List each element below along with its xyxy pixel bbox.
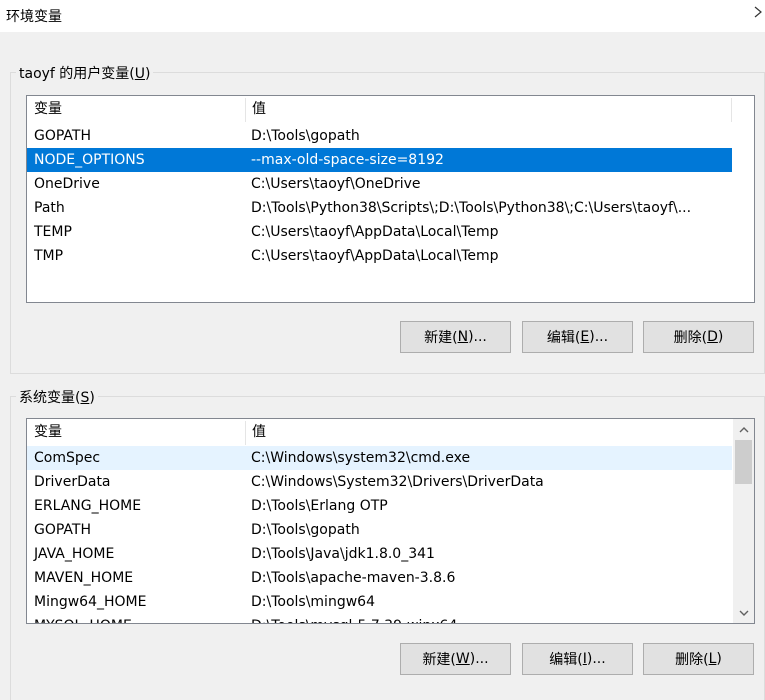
table-row[interactable]: GOPATH D:\Tools\gopath [27, 124, 732, 148]
variable-name: TEMP [34, 224, 72, 240]
system-delete-button[interactable]: 删除(L) [643, 643, 754, 675]
variable-name: Path [34, 200, 65, 216]
scroll-up-arrow-icon[interactable] [735, 421, 752, 438]
scroll-down-arrow-icon[interactable] [735, 604, 752, 621]
variable-name: ComSpec [34, 450, 101, 466]
column-header-name[interactable]: 变量 [27, 419, 245, 446]
variable-name: MYSQL_HOME [34, 614, 132, 623]
variable-value: D:\Tools\gopath [251, 128, 360, 144]
variable-name: GOPATH [34, 128, 91, 144]
chevron-right-icon[interactable] [752, 4, 764, 20]
table-row[interactable]: DriverData C:\Windows\System32\Drivers\D… [27, 470, 732, 494]
variable-name: ERLANG_HOME [34, 498, 142, 514]
user-variables-group-label: taoyf 的用户变量(U) [16, 63, 154, 83]
table-row[interactable]: JAVA_HOME D:\Tools\Java\jdk1.8.0_341 [27, 542, 732, 566]
variable-value: D:\Tools\apache-maven-3.8.6 [251, 570, 456, 586]
column-header-name[interactable]: 变量 [27, 96, 245, 123]
variable-name: JAVA_HOME [34, 546, 115, 562]
scrollbar-thumb[interactable] [735, 440, 752, 484]
variable-value: D:\Tools\Java\jdk1.8.0_341 [251, 546, 435, 562]
variable-value: D:\Tools\mysql-5.7.39-winx64 [251, 614, 457, 623]
variable-name: Mingw64_HOME [34, 594, 147, 610]
variable-name: NODE_OPTIONS [34, 152, 145, 168]
window-title: 环境变量 [6, 9, 62, 25]
system-variables-list[interactable]: 变量 值 ComSpec C:\Windows\system32\cmd.exe… [26, 418, 755, 624]
user-new-button[interactable]: 新建(N)... [400, 321, 511, 353]
variable-value: C:\Users\taoyf\AppData\Local\Temp [251, 248, 499, 264]
variable-value: D:\Tools\mingw64 [251, 594, 375, 610]
table-row[interactable]: MAVEN_HOME D:\Tools\apache-maven-3.8.6 [27, 566, 732, 590]
variable-name: GOPATH [34, 522, 91, 538]
variable-name: OneDrive [34, 176, 100, 192]
variable-value: D:\Tools\Python38\Scripts\;D:\Tools\Pyth… [251, 200, 692, 216]
list-header: 变量 值 [27, 419, 754, 446]
table-row[interactable]: GOPATH D:\Tools\gopath [27, 518, 732, 542]
variable-value: D:\Tools\Erlang OTP [251, 498, 388, 514]
table-row[interactable]: ERLANG_HOME D:\Tools\Erlang OTP [27, 494, 732, 518]
system-edit-button[interactable]: 编辑(I)... [522, 643, 633, 675]
table-row-hover[interactable]: ComSpec C:\Windows\system32\cmd.exe [27, 446, 732, 470]
table-row-selected[interactable]: NODE_OPTIONS --max-old-space-size=8192 [27, 148, 732, 172]
column-header-value[interactable]: 值 [245, 419, 731, 446]
variable-value: C:\Windows\System32\Drivers\DriverData [251, 474, 544, 490]
column-header-value[interactable]: 值 [245, 96, 731, 123]
variable-name: MAVEN_HOME [34, 570, 134, 586]
table-row[interactable]: MYSQL_HOME D:\Tools\mysql-5.7.39-winx64 [27, 614, 732, 623]
list-header: 变量 值 [27, 96, 754, 123]
table-row[interactable]: TMP C:\Users\taoyf\AppData\Local\Temp [27, 244, 732, 268]
variable-value: D:\Tools\gopath [251, 522, 360, 538]
user-edit-button[interactable]: 编辑(E)... [522, 321, 633, 353]
table-row[interactable]: Mingw64_HOME D:\Tools\mingw64 [27, 590, 732, 614]
vertical-scrollbar[interactable] [733, 419, 754, 623]
table-row[interactable]: OneDrive C:\Users\taoyf\OneDrive [27, 172, 732, 196]
table-row[interactable]: Path D:\Tools\Python38\Scripts\;D:\Tools… [27, 196, 732, 220]
column-divider[interactable] [731, 98, 732, 122]
system-new-button[interactable]: 新建(W)... [400, 643, 511, 675]
variable-value: C:\Users\taoyf\AppData\Local\Temp [251, 224, 499, 240]
variable-value: C:\Windows\system32\cmd.exe [251, 450, 471, 466]
user-variables-list[interactable]: 变量 值 GOPATH D:\Tools\gopath NODE_OPTIONS… [26, 95, 755, 303]
title-bar: 环境变量 [0, 0, 765, 32]
variable-name: TMP [34, 248, 64, 264]
variable-name: DriverData [34, 474, 111, 490]
user-delete-button[interactable]: 删除(D) [643, 321, 754, 353]
variable-value: --max-old-space-size=8192 [251, 152, 444, 168]
variable-value: C:\Users\taoyf\OneDrive [251, 176, 421, 192]
table-row[interactable]: TEMP C:\Users\taoyf\AppData\Local\Temp [27, 220, 732, 244]
system-variables-group-label: 系统变量(S) [16, 387, 98, 407]
